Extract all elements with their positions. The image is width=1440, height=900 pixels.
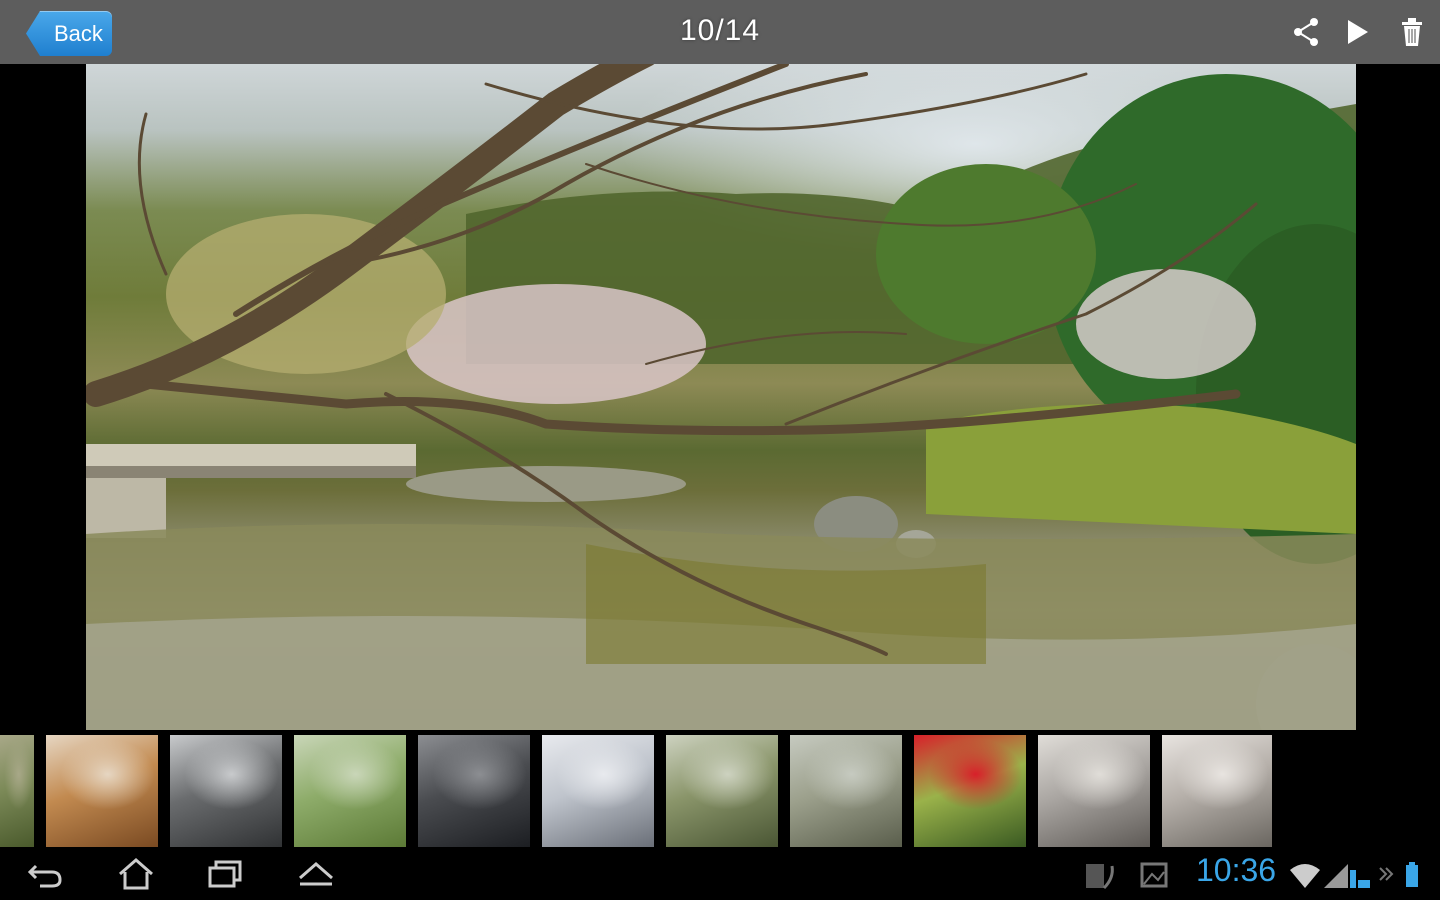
photo-scene <box>86 64 1356 730</box>
menu-up-icon[interactable] <box>296 856 336 892</box>
photo-counter: 10/14 <box>679 14 761 47</box>
main-photo[interactable] <box>86 64 1356 730</box>
back-nav-icon[interactable] <box>26 856 66 892</box>
thumb-8[interactable] <box>790 735 902 847</box>
thumb-11[interactable] <box>1162 735 1272 847</box>
action-bar: Back 10/14 <box>0 0 1440 64</box>
thumb-7[interactable] <box>666 735 778 847</box>
back-button[interactable]: Back <box>26 11 112 56</box>
thumb-10[interactable] <box>1038 735 1150 847</box>
thumb-2[interactable] <box>46 735 158 847</box>
slideshow-play-icon[interactable] <box>1342 14 1374 50</box>
status-clock: 10:36 <box>1196 852 1277 888</box>
sd-card-notification-icon[interactable] <box>1082 860 1118 892</box>
thumb-4[interactable] <box>294 735 406 847</box>
data-activity-icon <box>1379 867 1394 881</box>
thumb-5[interactable] <box>418 735 530 847</box>
thumb-6[interactable] <box>542 735 654 847</box>
share-icon[interactable] <box>1290 14 1322 50</box>
battery-icon <box>1406 862 1418 887</box>
thumb-3[interactable] <box>170 735 282 847</box>
image-notification-icon[interactable] <box>1138 860 1170 892</box>
signal-icon <box>1324 864 1370 888</box>
delete-icon[interactable] <box>1396 14 1428 50</box>
home-icon[interactable] <box>116 856 156 892</box>
thumb-9[interactable] <box>914 735 1026 847</box>
thumbnail-strip <box>0 735 1272 847</box>
thumb-1[interactable] <box>0 735 34 847</box>
wifi-icon <box>1290 864 1320 888</box>
recent-apps-icon[interactable] <box>206 856 246 892</box>
